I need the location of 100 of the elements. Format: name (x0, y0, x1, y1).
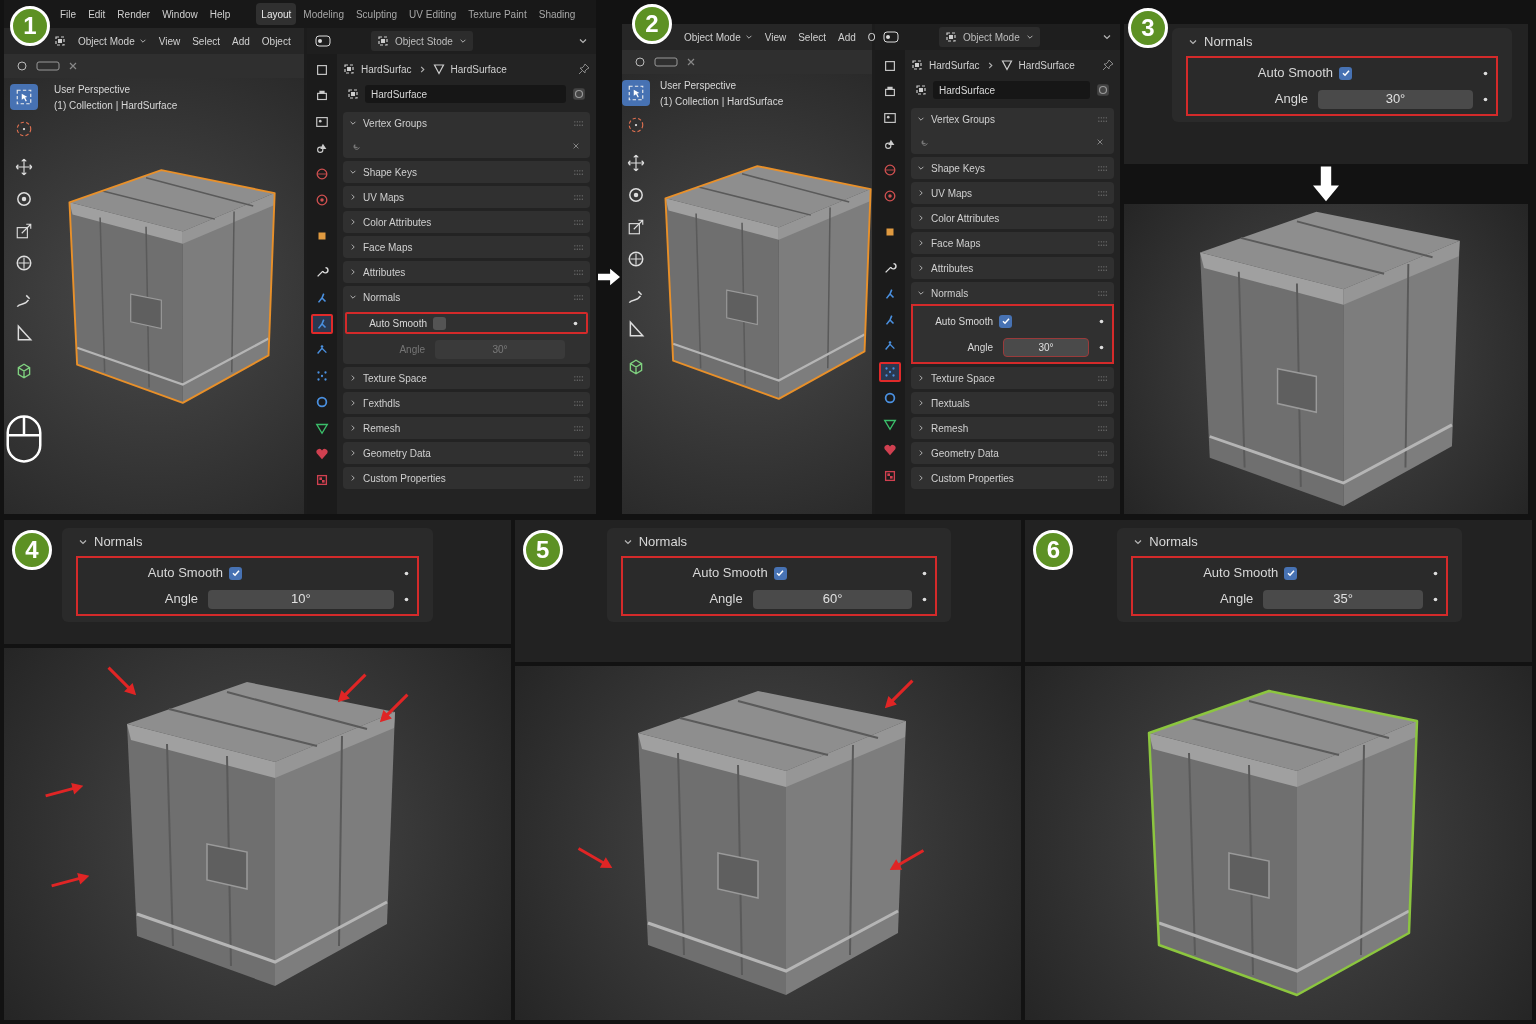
panel-header[interactable]: Face Maps (343, 236, 590, 258)
panel-header[interactable]: Пextuals (911, 392, 1114, 414)
angle-field[interactable]: 35° (1263, 589, 1423, 609)
mode-dropdown[interactable]: Object Mode (78, 33, 147, 49)
mode-dropdown[interactable]: Object Stode (371, 31, 473, 51)
angle-field[interactable]: 30° (1318, 89, 1473, 109)
menu-item[interactable]: File (60, 6, 77, 22)
viewport-info-text: (1) Collection | HardSurface (659, 95, 785, 109)
panel-header[interactable]: UV Maps (911, 182, 1114, 204)
close-icon[interactable] (68, 61, 78, 71)
snap-icon[interactable] (634, 56, 646, 68)
workspace-tab[interactable]: Modeling (298, 3, 349, 25)
pin-icon[interactable] (1102, 59, 1114, 71)
four-way-arrow-icon (15, 158, 33, 176)
overlay-toggle-icon[interactable] (36, 60, 60, 72)
breadcrumb-item[interactable]: HardSurface (450, 61, 507, 77)
object-mode-icon (54, 35, 66, 47)
panel-header[interactable]: Geometry Data (911, 442, 1114, 464)
panel-header[interactable]: Shape Keys (911, 157, 1114, 179)
heart-icon (883, 443, 897, 457)
checkbox[interactable] (1339, 66, 1352, 80)
animate-dot-icon (1099, 318, 1104, 324)
wrench-icon (883, 261, 897, 275)
close-icon[interactable] (1096, 138, 1104, 146)
panel-header[interactable]: Custom Properties (911, 467, 1114, 489)
caret-icon[interactable] (1102, 32, 1112, 42)
panel-header[interactable]: Texture Space (343, 367, 590, 389)
menu-item[interactable]: Select (798, 29, 826, 45)
panel-header[interactable]: Geometry Data (343, 442, 590, 464)
grip-icon (1098, 290, 1108, 296)
mode-dropdown[interactable]: Object Mode (939, 27, 1040, 47)
panel-header[interactable]: Color Attributes (343, 211, 590, 233)
select-tool-button[interactable] (622, 80, 650, 106)
workspace-tab[interactable]: Texture Paint (463, 3, 532, 25)
menu-item[interactable]: Add (838, 29, 856, 45)
name-field[interactable]: HardSurface (933, 81, 1090, 99)
panel-header[interactable]: Normals (606, 528, 952, 556)
checkbox[interactable] (773, 566, 787, 580)
panel-header[interactable]: Remesh (343, 417, 590, 439)
menu-item[interactable]: Edit (88, 6, 106, 22)
panel-header[interactable]: Attributes (911, 257, 1114, 279)
editor-type-icon[interactable] (315, 35, 331, 47)
overlay-toggle-icon[interactable] (654, 56, 678, 68)
menu-item[interactable]: Help (209, 6, 231, 22)
panel-header[interactable]: Color Attributes (911, 207, 1114, 229)
name-field[interactable]: HardSurface (365, 85, 566, 103)
menu-item[interactable]: Render (117, 6, 151, 22)
angle-field[interactable]: 10° (208, 589, 394, 609)
workspace-tab[interactable]: Sculpting (350, 3, 403, 25)
panel-header[interactable]: Attributes (343, 261, 590, 283)
close-icon[interactable] (686, 57, 696, 67)
angle-field[interactable]: 30° (1003, 337, 1089, 357)
pin-icon[interactable] (578, 63, 590, 75)
panel-header[interactable]: Remesh (911, 417, 1114, 439)
panel-header[interactable]: Shape Keys (343, 161, 590, 183)
mode-dropdown[interactable]: Object Mode (684, 29, 753, 45)
checkbox[interactable] (999, 314, 1012, 328)
workspace-tab[interactable]: Shading (533, 3, 581, 25)
cube-icon (15, 362, 33, 380)
workspace-tab[interactable]: UV Editing (404, 3, 462, 25)
breadcrumb-item[interactable]: HardSurface (1018, 57, 1075, 73)
panel-header[interactable]: Vertex Groups (343, 112, 590, 134)
caret-icon[interactable] (578, 36, 588, 46)
panel-header[interactable]: Normals (343, 286, 590, 308)
panel-header[interactable]: UV Maps (343, 186, 590, 208)
menu-item[interactable]: O (867, 29, 876, 45)
menu-item[interactable]: View (764, 29, 787, 45)
breadcrumb-item[interactable]: HardSurfac (929, 57, 980, 73)
checkmark-icon (230, 568, 241, 578)
menu-item[interactable]: Select (192, 33, 220, 49)
checkbox[interactable] (229, 566, 242, 580)
editor-type-icon[interactable] (883, 31, 899, 43)
shield-icon[interactable] (1096, 83, 1110, 97)
panel-header[interactable]: Гexthdls (343, 392, 590, 414)
grip-icon (1098, 450, 1108, 456)
panel-header[interactable]: Normals (1117, 528, 1462, 556)
workspace-tab[interactable]: Layout (256, 3, 297, 25)
panel-header[interactable]: Custom Properties (343, 467, 590, 489)
menu-item[interactable]: Add (232, 33, 250, 49)
panel-header[interactable]: Normals (911, 282, 1114, 304)
panel-header[interactable]: Normals (62, 528, 433, 556)
cycle-icon (353, 141, 362, 151)
menu-item[interactable]: Object (261, 33, 291, 49)
panel-header[interactable]: Face Maps (911, 232, 1114, 254)
panel-header[interactable]: Texture Space (911, 367, 1114, 389)
menu-item[interactable]: Window (162, 6, 198, 22)
snap-icon[interactable] (16, 60, 28, 72)
checkbox[interactable] (1284, 566, 1298, 580)
panel-header[interactable]: Vertex Groups (911, 108, 1114, 130)
figure-icon (315, 317, 329, 331)
panel-header[interactable]: Normals (1172, 28, 1512, 56)
menu-item[interactable]: View (158, 33, 181, 49)
shield-icon[interactable] (572, 87, 586, 101)
breadcrumb-item[interactable]: HardSurfac (361, 61, 412, 77)
angle-field[interactable]: 60° (752, 589, 913, 609)
four-way-arrow-icon (627, 154, 645, 172)
object-icon (911, 59, 923, 71)
select-tool-button[interactable] (10, 84, 38, 110)
close-icon[interactable] (572, 142, 580, 150)
checkbox[interactable] (433, 316, 446, 330)
